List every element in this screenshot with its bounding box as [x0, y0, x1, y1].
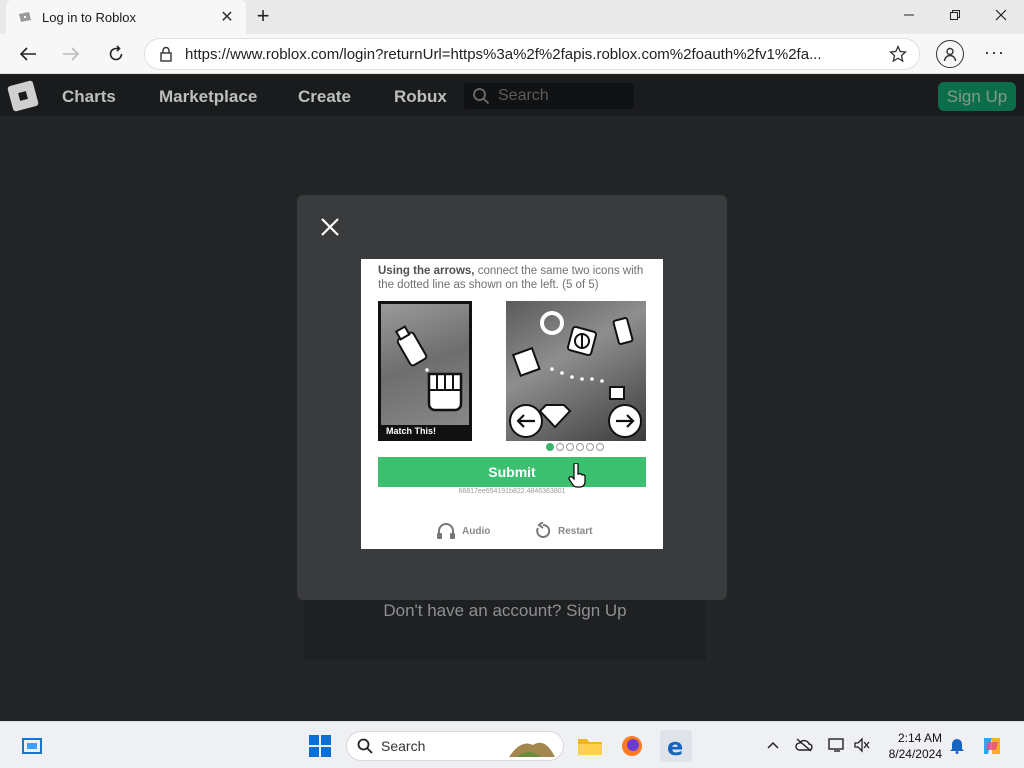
- browser-tab-strip: Log in to Roblox ✕ +: [0, 0, 1024, 34]
- nav-marketplace[interactable]: Marketplace: [159, 87, 257, 107]
- address-bar[interactable]: https://www.roblox.com/login?returnUrl=h…: [144, 38, 920, 70]
- progress-dot: [596, 443, 604, 451]
- refresh-button[interactable]: [101, 40, 131, 68]
- start-button-icon[interactable]: [304, 730, 336, 762]
- volume-muted-icon[interactable]: [853, 736, 871, 754]
- widgets-icon[interactable]: [16, 730, 48, 762]
- browser-toolbar: https://www.roblox.com/login?returnUrl=h…: [0, 34, 1024, 74]
- back-button[interactable]: [13, 40, 43, 68]
- bottle-icon: [612, 317, 634, 345]
- svg-text:e: e: [667, 734, 683, 758]
- gift-icon: [609, 386, 625, 400]
- file-explorer-icon[interactable]: [574, 730, 606, 762]
- minimize-button[interactable]: [886, 0, 932, 30]
- search-placeholder: Search: [498, 87, 549, 104]
- fist-icon: [427, 372, 463, 412]
- search-icon: [357, 738, 373, 754]
- submit-button[interactable]: Submit: [378, 457, 646, 487]
- progress-dot: [546, 443, 554, 451]
- roblox-search-input[interactable]: Search: [464, 83, 634, 109]
- clock-time: 2:14 AM: [897, 731, 942, 745]
- captcha-instructions: Using the arrows, connect the same two i…: [378, 264, 648, 292]
- nav-charts[interactable]: Charts: [62, 87, 116, 107]
- search-icon: [473, 88, 490, 105]
- roblox-header: Charts Marketplace Create Robux Search: [0, 75, 1024, 116]
- url-text: https://www.roblox.com/login?returnUrl=h…: [185, 45, 822, 63]
- clock-date: 8/24/2024: [888, 747, 942, 761]
- browser-tab[interactable]: Log in to Roblox ✕: [6, 0, 246, 34]
- arrow-right-icon: [616, 414, 635, 428]
- back-arrow-icon: [19, 47, 36, 61]
- progress-dot: [566, 443, 574, 451]
- profile-icon[interactable]: [936, 40, 964, 68]
- restart-button[interactable]: Restart: [534, 522, 592, 540]
- captcha-session-id: 66817ee654191b822.4846363801: [458, 488, 566, 495]
- instruction-bold: Using the arrows,: [378, 265, 475, 277]
- glove-icon: [511, 346, 541, 377]
- arrow-left-button[interactable]: [509, 404, 543, 438]
- new-tab-button[interactable]: +: [250, 4, 276, 30]
- system-clock[interactable]: 2:14 AM 8/24/2024: [884, 730, 942, 762]
- notification-bell-icon[interactable]: [948, 736, 966, 754]
- modal-close-icon[interactable]: [319, 216, 341, 238]
- arrow-left-icon: [516, 414, 535, 428]
- match-this-image: Match This!: [378, 301, 472, 441]
- search-highlight-icon: [509, 742, 555, 757]
- progress-dot: [576, 443, 584, 451]
- tab-close-icon[interactable]: ✕: [218, 7, 236, 27]
- lotion-bottle-icon: [394, 325, 428, 367]
- taskbar-search-label: Search: [381, 738, 426, 754]
- arrow-right-button[interactable]: [608, 404, 642, 438]
- headphones-icon: [437, 523, 455, 539]
- firefox-icon[interactable]: [616, 730, 648, 762]
- restart-icon: [536, 522, 551, 538]
- more-options-icon[interactable]: ···: [984, 42, 1005, 63]
- audio-label: Audio: [462, 525, 491, 537]
- taskbar-search-box[interactable]: Search: [346, 731, 564, 761]
- windows-taskbar: Search e 2:14 AM 8/24/2024: [0, 721, 1024, 768]
- captcha-game-image[interactable]: [506, 301, 646, 441]
- refresh-symbol-icon: [540, 311, 564, 335]
- display-icon[interactable]: [828, 736, 846, 754]
- show-hidden-icons-icon[interactable]: [764, 736, 782, 754]
- hand-cursor-icon: [568, 463, 586, 488]
- sign-up-button[interactable]: Sign Up: [938, 82, 1016, 111]
- signup-prompt-link[interactable]: Don't have an account? Sign Up: [304, 601, 706, 621]
- peace-sign-icon: [566, 325, 598, 357]
- progress-dot: [556, 443, 564, 451]
- tab-title: Log in to Roblox: [42, 9, 136, 25]
- restore-button[interactable]: [932, 0, 978, 30]
- forward-arrow-icon: [63, 47, 80, 61]
- restart-label: Restart: [558, 525, 593, 537]
- nav-create[interactable]: Create: [298, 87, 351, 107]
- match-this-label: Match This!: [381, 425, 469, 438]
- onedrive-offline-icon[interactable]: [795, 736, 813, 754]
- favorite-star-icon[interactable]: [888, 44, 908, 68]
- close-window-button[interactable]: [978, 0, 1024, 30]
- nav-robux[interactable]: Robux: [394, 87, 447, 107]
- progress-dot: [586, 443, 594, 451]
- forward-button[interactable]: [56, 40, 86, 68]
- diamond-icon: [538, 404, 572, 429]
- audio-button[interactable]: Audio: [436, 522, 490, 540]
- roblox-favicon-icon: [16, 10, 34, 24]
- refresh-icon: [109, 45, 123, 61]
- roblox-logo-icon[interactable]: [7, 80, 39, 112]
- copilot-icon[interactable]: [976, 730, 1008, 762]
- edge-browser-icon[interactable]: e: [660, 730, 692, 762]
- captcha-progress-dots: [546, 443, 604, 451]
- lock-icon: [160, 46, 172, 62]
